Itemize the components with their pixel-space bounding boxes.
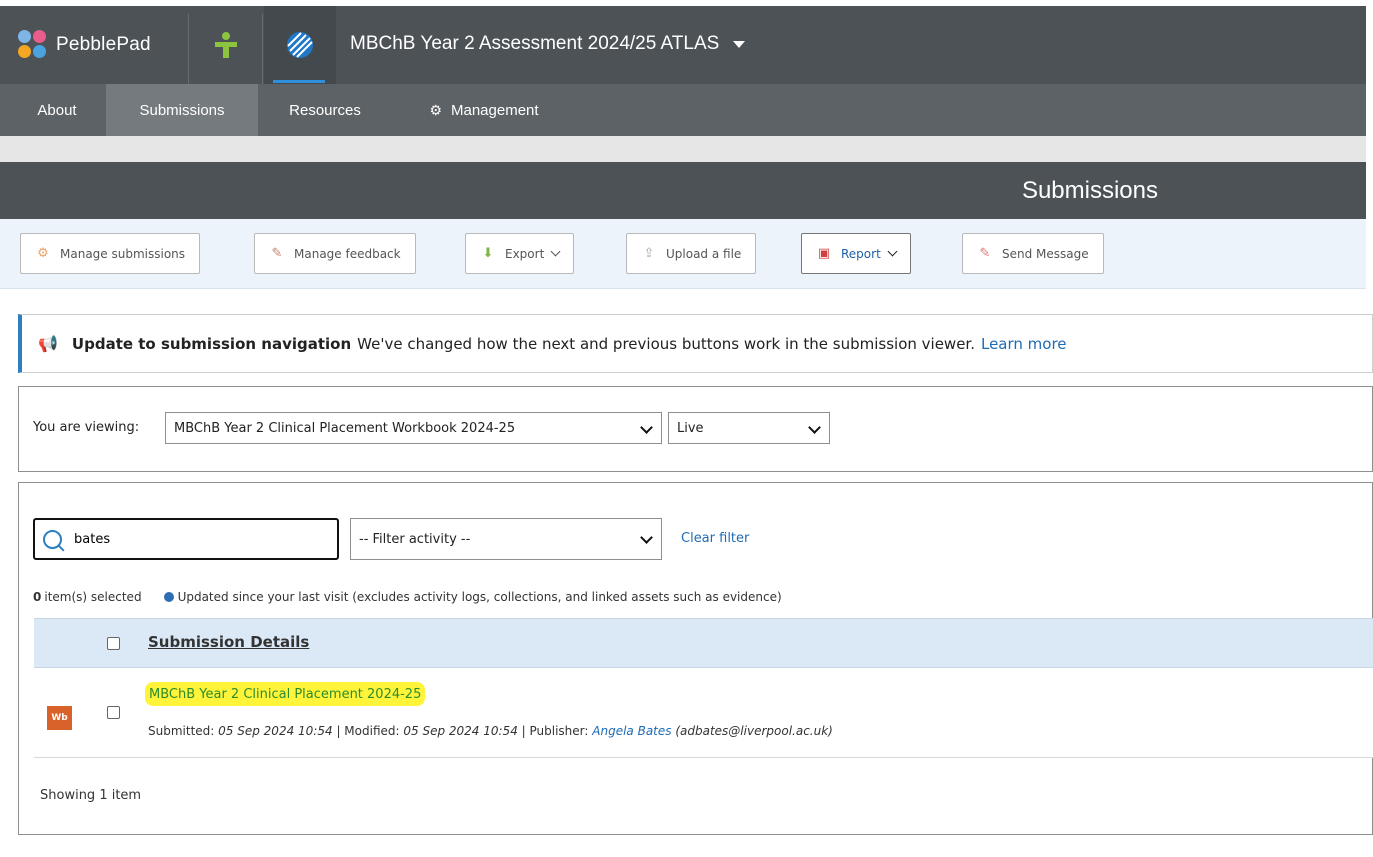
tab-label: Submissions [139, 101, 225, 119]
updated-dot-icon [163, 592, 174, 602]
learn-more-link[interactable]: Learn more [981, 335, 1067, 353]
column-submission-details[interactable]: Submission Details [148, 633, 309, 651]
tab-label: Resources [289, 101, 361, 119]
status-select[interactable]: Live [668, 412, 830, 444]
person-icon [215, 32, 237, 58]
chevron-down-icon [887, 246, 898, 257]
select-value: Live [677, 420, 704, 436]
workbook-select[interactable]: MBChB Year 2 Clinical Placement Workbook… [165, 412, 662, 444]
clear-filter-link[interactable]: Clear filter [681, 531, 749, 546]
tab-resources[interactable]: Resources [264, 84, 386, 136]
page-title: Submissions [1021, 176, 1158, 204]
button-label: Upload a file [666, 246, 742, 261]
publisher-name-link[interactable]: Angela Bates [592, 724, 671, 738]
workspace-selector[interactable]: MBChB Year 2 Assessment 2024/25 ATLAS [350, 24, 746, 64]
select-value: -- Filter activity -- [359, 531, 471, 547]
button-label: Send Message [1002, 246, 1089, 261]
search-input[interactable] [72, 530, 316, 548]
activity-filter-select[interactable]: -- Filter activity -- [350, 518, 662, 560]
spacer-strip [0, 136, 1366, 162]
publisher-email: (adbates@liverpool.ac.uk) [675, 724, 833, 738]
tab-about[interactable]: About [16, 84, 98, 136]
manage-feedback-button[interactable]: ✎ Manage feedback [254, 233, 416, 274]
showing-count: Showing 1 item [40, 788, 142, 803]
notice-banner: 📢 Update to submission navigation We've … [18, 314, 1373, 373]
submission-meta: Submitted: 05 Sep 2024 10:54 | Modified:… [148, 724, 833, 738]
updated-legend: Updated since your last visit (excludes … [177, 590, 782, 604]
atlas-active-indicator [273, 80, 325, 83]
selected-count: 0 [33, 590, 42, 604]
divider [262, 14, 263, 84]
send-message-button[interactable]: ✎ Send Message [962, 233, 1104, 274]
notice-title: Update to submission navigation [71, 334, 352, 353]
search-box[interactable] [33, 518, 339, 560]
chevron-down-icon [640, 421, 653, 434]
button-label: Export [505, 246, 545, 261]
gear-icon: ⚙ [37, 246, 49, 261]
submitted-label: Submitted: [148, 724, 215, 738]
tab-submissions[interactable]: Submissions [106, 84, 258, 136]
manage-submissions-button[interactable]: ⚙ Manage submissions [20, 233, 201, 274]
submission-title-link[interactable]: MBChB Year 2 Clinical Placement 2024-25 [145, 682, 426, 706]
button-label: Manage feedback [294, 246, 401, 261]
select-value: MBChB Year 2 Clinical Placement Workbook… [174, 420, 516, 436]
chevron-down-icon [808, 421, 821, 434]
divider [188, 14, 189, 84]
selection-info: 0 item(s) selected Updated since your la… [33, 590, 782, 604]
brand-name: PebblePad [56, 34, 151, 55]
selected-label: item(s) selected [44, 590, 142, 604]
upload-icon: ⇪ [643, 246, 655, 261]
search-icon [43, 529, 62, 549]
megaphone-icon: 📢 [38, 334, 58, 353]
separator: | [521, 724, 530, 738]
publisher-label: Publisher: [529, 724, 589, 738]
atlas-button[interactable] [264, 6, 336, 84]
gear-icon: ⚙ [429, 101, 442, 118]
report-icon: ▣ [817, 246, 831, 261]
personal-space-button[interactable] [190, 6, 262, 84]
feedback-icon: ✎ [271, 246, 283, 261]
pencil-icon: ✎ [979, 246, 991, 261]
modified-date: 05 Sep 2024 10:54 [403, 724, 518, 738]
workspace-title: MBChB Year 2 Assessment 2024/25 ATLAS [350, 33, 720, 54]
select-all-checkbox[interactable] [107, 637, 120, 650]
brand[interactable]: PebblePad [0, 6, 188, 84]
row-checkbox[interactable] [107, 706, 120, 719]
atlas-globe-icon [287, 32, 313, 58]
chevron-down-icon [550, 246, 561, 257]
pebblepad-logo-icon [18, 30, 48, 60]
report-button[interactable]: ▣ Report [801, 233, 911, 274]
tab-label: About [37, 101, 77, 119]
notice-text: We've changed how the next and previous … [357, 334, 975, 353]
upload-file-button[interactable]: ⇪ Upload a file [626, 233, 757, 274]
download-arrow-icon: ⬇ [482, 246, 494, 261]
viewing-label: You are viewing: [33, 420, 140, 435]
modified-label: Modified: [344, 724, 400, 738]
button-label: Manage submissions [60, 246, 186, 261]
submitted-date: 05 Sep 2024 10:54 [218, 724, 333, 738]
workbook-type-badge: Wb [47, 706, 72, 730]
button-label: Report [841, 246, 881, 261]
section-header [0, 162, 1366, 219]
caret-down-icon [733, 40, 746, 48]
export-button[interactable]: ⬇ Export [465, 233, 575, 274]
tab-label: Management [451, 101, 539, 119]
chevron-down-icon [640, 531, 653, 544]
tab-management[interactable]: ⚙ Management [394, 84, 574, 136]
